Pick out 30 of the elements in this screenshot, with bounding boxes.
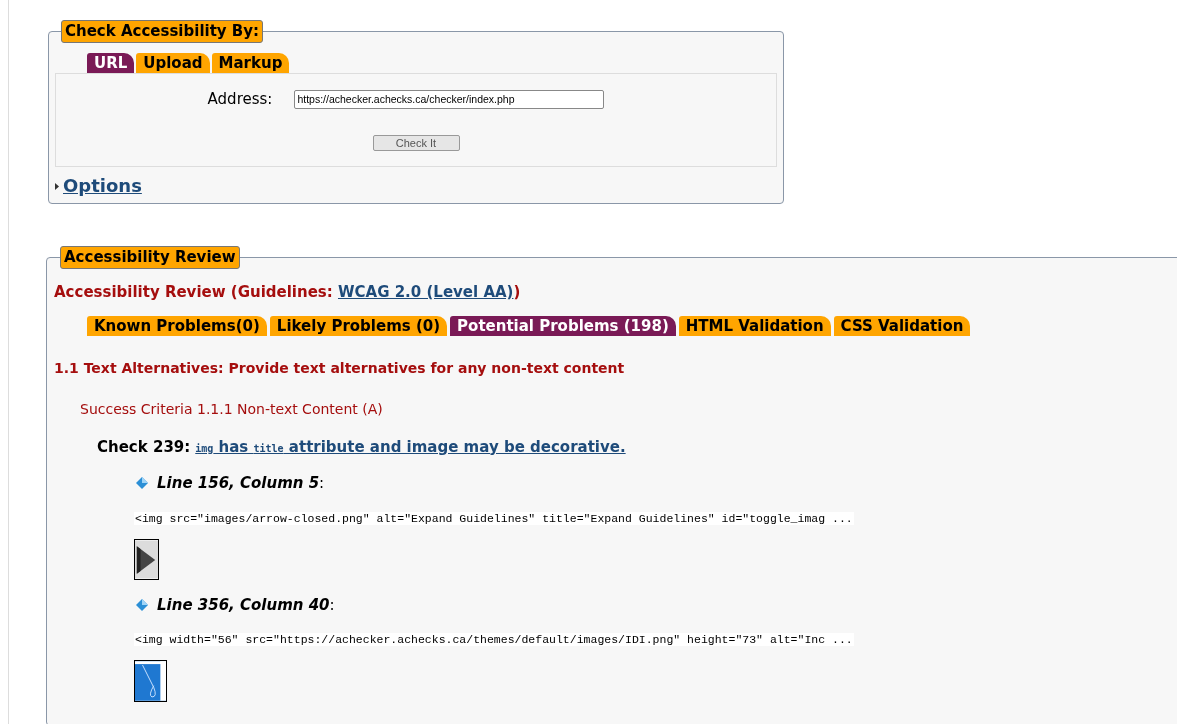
criterion-heading: Success Criteria 1.1.1 Non-text Content (A) — [80, 399, 384, 419]
check-button[interactable]: Check It — [372, 134, 460, 151]
location-text: Line 356, Column 40 — [157, 594, 330, 616]
diamond-icon — [136, 477, 148, 490]
guideline-link[interactable]: WCAG 2.0 (Level AA) — [338, 281, 514, 304]
options-link[interactable]: Options — [63, 175, 142, 197]
panel-legend: Accessibility Review — [60, 246, 240, 269]
tab[interactable]: URL — [87, 53, 135, 73]
code-snippet: <img src="images/arrow-closed.png" alt="Expand Guidelines" title="Expand Guidelines" id="toggle_imag ... — [134, 511, 854, 525]
heading-paren: ) — [513, 282, 521, 303]
tab[interactable]: Likely Problems (0) — [269, 315, 448, 336]
location-colon: : — [329, 594, 335, 616]
guideline-heading: 1.1 Text Alternatives: Provide text alternatives for any non-text content — [54, 358, 626, 378]
tab[interactable]: Markup — [211, 53, 290, 73]
panel-legend: Check Accessibility By: — [61, 20, 264, 43]
field-label: Address: — [207, 89, 273, 110]
tab[interactable]: CSS Validation — [833, 315, 971, 336]
tab[interactable]: Upload — [136, 53, 210, 73]
location-colon: : — [319, 473, 325, 494]
diamond-icon — [136, 598, 148, 611]
tab[interactable]: HTML Validation — [678, 315, 831, 336]
address-field[interactable]: https://achecker.achecks.ca/checker/index.php — [294, 89, 605, 109]
tab[interactable]: Known Problems(0) — [87, 315, 267, 336]
check-label: Check 239: — [97, 436, 191, 458]
location-text: Line 156, Column 5 — [157, 473, 320, 494]
check-link[interactable]: img has title attribute and image may be decorative. — [195, 435, 626, 458]
tab[interactable]: Potential Problems (198) — [450, 315, 676, 336]
code-snippet: <img width="56" src="https://achecker.achecks.ca/themes/default/images/IDI.png" height="73" alt="Inc ... — [134, 633, 854, 646]
review-heading: Accessibility Review (Guidelines: — [54, 282, 334, 303]
expand-icon[interactable] — [55, 182, 59, 190]
